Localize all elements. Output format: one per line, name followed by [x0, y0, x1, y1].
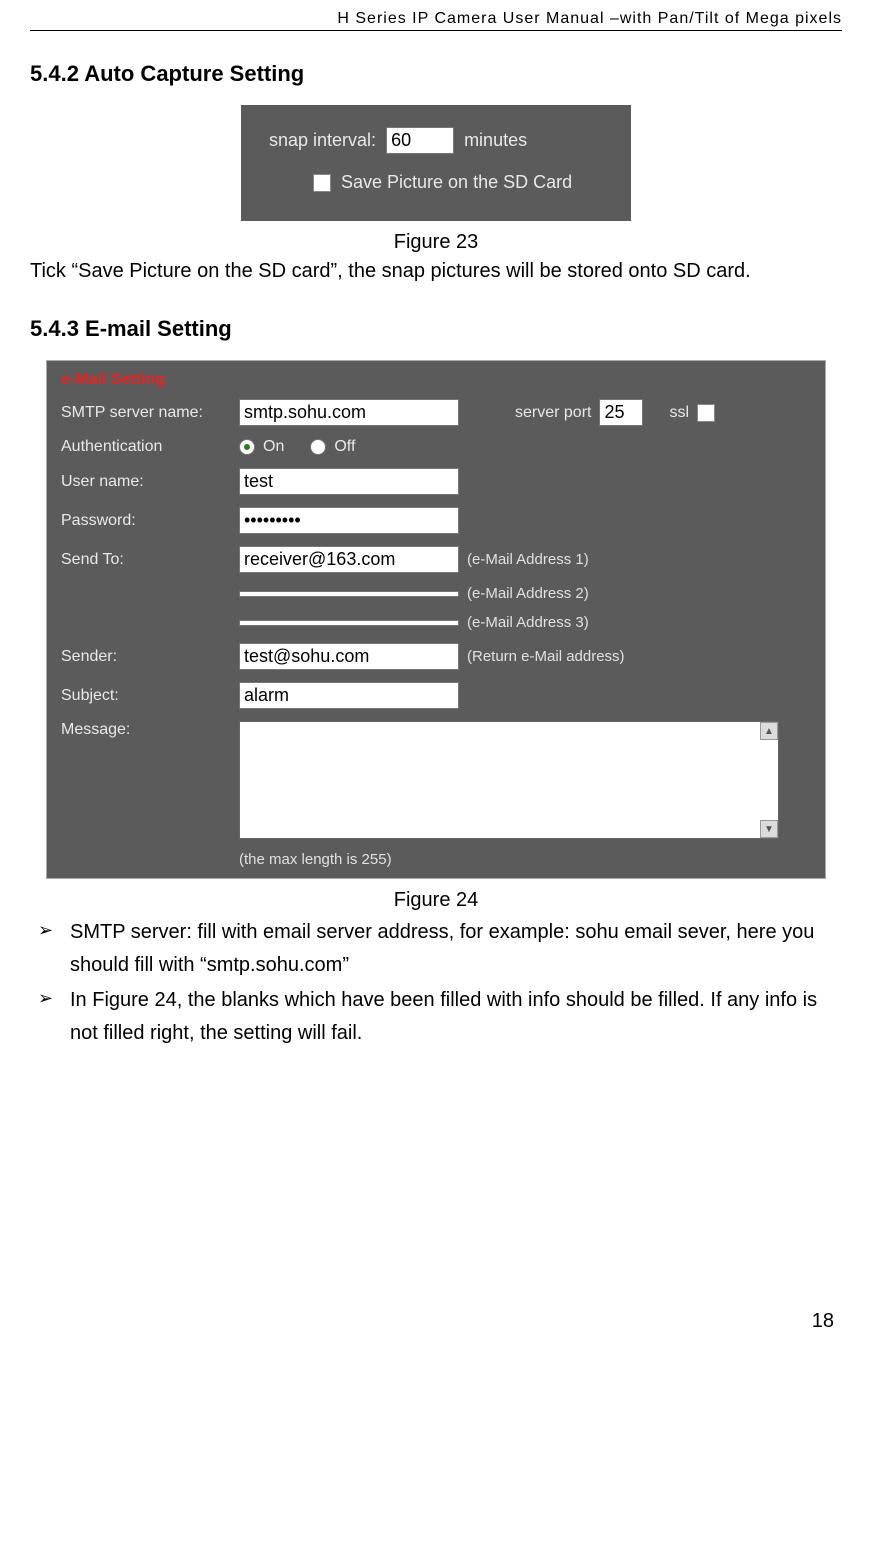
auth-row: Authentication On Off [59, 438, 813, 456]
sender-label: Sender: [59, 648, 231, 666]
smtp-row: SMTP server name: smtp.sohu.com server p… [59, 399, 813, 426]
sendto1-input[interactable]: receiver@163.com [239, 546, 459, 573]
list-item: SMTP server: fill with email server addr… [30, 916, 842, 982]
sendto-label: Send To: [59, 551, 231, 569]
pass-input[interactable]: ••••••••• [239, 507, 459, 534]
smtp-label: SMTP server name: [59, 404, 231, 422]
addr3-hint: (e-Mail Address 3) [467, 614, 589, 631]
sendto1-row: Send To: receiver@163.com (e-Mail Addres… [59, 546, 813, 573]
save-sd-label: Save Picture on the SD Card [341, 172, 572, 193]
figure-24-caption: Figure 24 [30, 889, 842, 912]
pass-row: Password: ••••••••• [59, 507, 813, 534]
subject-label: Subject: [59, 687, 231, 705]
figure-23-wrap: snap interval: 60 minutes Save Picture o… [30, 105, 842, 221]
scroll-up-icon[interactable]: ▲ [760, 722, 778, 740]
subject-input[interactable]: alarm [239, 682, 459, 709]
section-email-title: 5.4.3 E-mail Setting [30, 316, 842, 342]
sendto3-input[interactable] [239, 620, 459, 626]
message-label: Message: [59, 721, 231, 739]
server-port-label: server port [515, 404, 591, 422]
page-header: H Series IP Camera User Manual –with Pan… [30, 10, 842, 31]
snap-interval-input[interactable]: 60 [386, 127, 454, 154]
email-setting-panel: e-Mail Setting SMTP server name: smtp.so… [46, 360, 826, 879]
sender-input[interactable]: test@sohu.com [239, 643, 459, 670]
sendto3-row: (e-Mail Address 3) [59, 614, 813, 631]
maxlen-hint: (the max length is 255) [239, 851, 392, 868]
figure-23-note: Tick “Save Picture on the SD card”, the … [30, 256, 842, 286]
subject-row: Subject: alarm [59, 682, 813, 709]
auth-on-label: On [263, 438, 284, 456]
email-panel-title: e-Mail Setting [61, 371, 813, 389]
addr1-hint: (e-Mail Address 1) [467, 551, 589, 568]
sender-row: Sender: test@sohu.com (Return e-Mail add… [59, 643, 813, 670]
snap-interval-unit: minutes [464, 130, 527, 151]
notes-list: SMTP server: fill with email server addr… [30, 916, 842, 1050]
auth-on-radio[interactable] [239, 439, 255, 455]
return-addr-hint: (Return e-Mail address) [467, 648, 625, 665]
message-row: Message: ▲ ▼ [59, 721, 813, 839]
list-item: In Figure 24, the blanks which have been… [30, 984, 842, 1050]
snap-interval-row: snap interval: 60 minutes [269, 127, 603, 154]
snap-interval-label: snap interval: [269, 130, 376, 151]
user-input[interactable]: test [239, 468, 459, 495]
sendto2-input[interactable] [239, 591, 459, 597]
ssl-checkbox[interactable] [697, 404, 715, 422]
auto-capture-panel: snap interval: 60 minutes Save Picture o… [241, 105, 631, 221]
save-sd-checkbox[interactable] [313, 174, 331, 192]
user-label: User name: [59, 473, 231, 491]
auth-label: Authentication [59, 438, 231, 456]
message-textarea[interactable]: ▲ ▼ [239, 721, 779, 839]
scroll-down-icon[interactable]: ▼ [760, 820, 778, 838]
smtp-input[interactable]: smtp.sohu.com [239, 399, 459, 426]
addr2-hint: (e-Mail Address 2) [467, 585, 589, 602]
user-row: User name: test [59, 468, 813, 495]
pass-label: Password: [59, 512, 231, 530]
sendto2-row: (e-Mail Address 2) [59, 585, 813, 602]
figure-23-caption: Figure 23 [30, 231, 842, 254]
server-port-input[interactable]: 25 [599, 399, 643, 426]
page-number: 18 [30, 1310, 842, 1333]
save-sd-row: Save Picture on the SD Card [269, 172, 603, 193]
maxlen-row: (the max length is 255) [59, 851, 813, 868]
section-auto-capture-title: 5.4.2 Auto Capture Setting [30, 61, 842, 87]
figure-24-wrap: e-Mail Setting SMTP server name: smtp.so… [30, 360, 842, 879]
ssl-label: ssl [669, 404, 689, 422]
auth-off-radio[interactable] [310, 439, 326, 455]
auth-off-label: Off [334, 438, 355, 456]
